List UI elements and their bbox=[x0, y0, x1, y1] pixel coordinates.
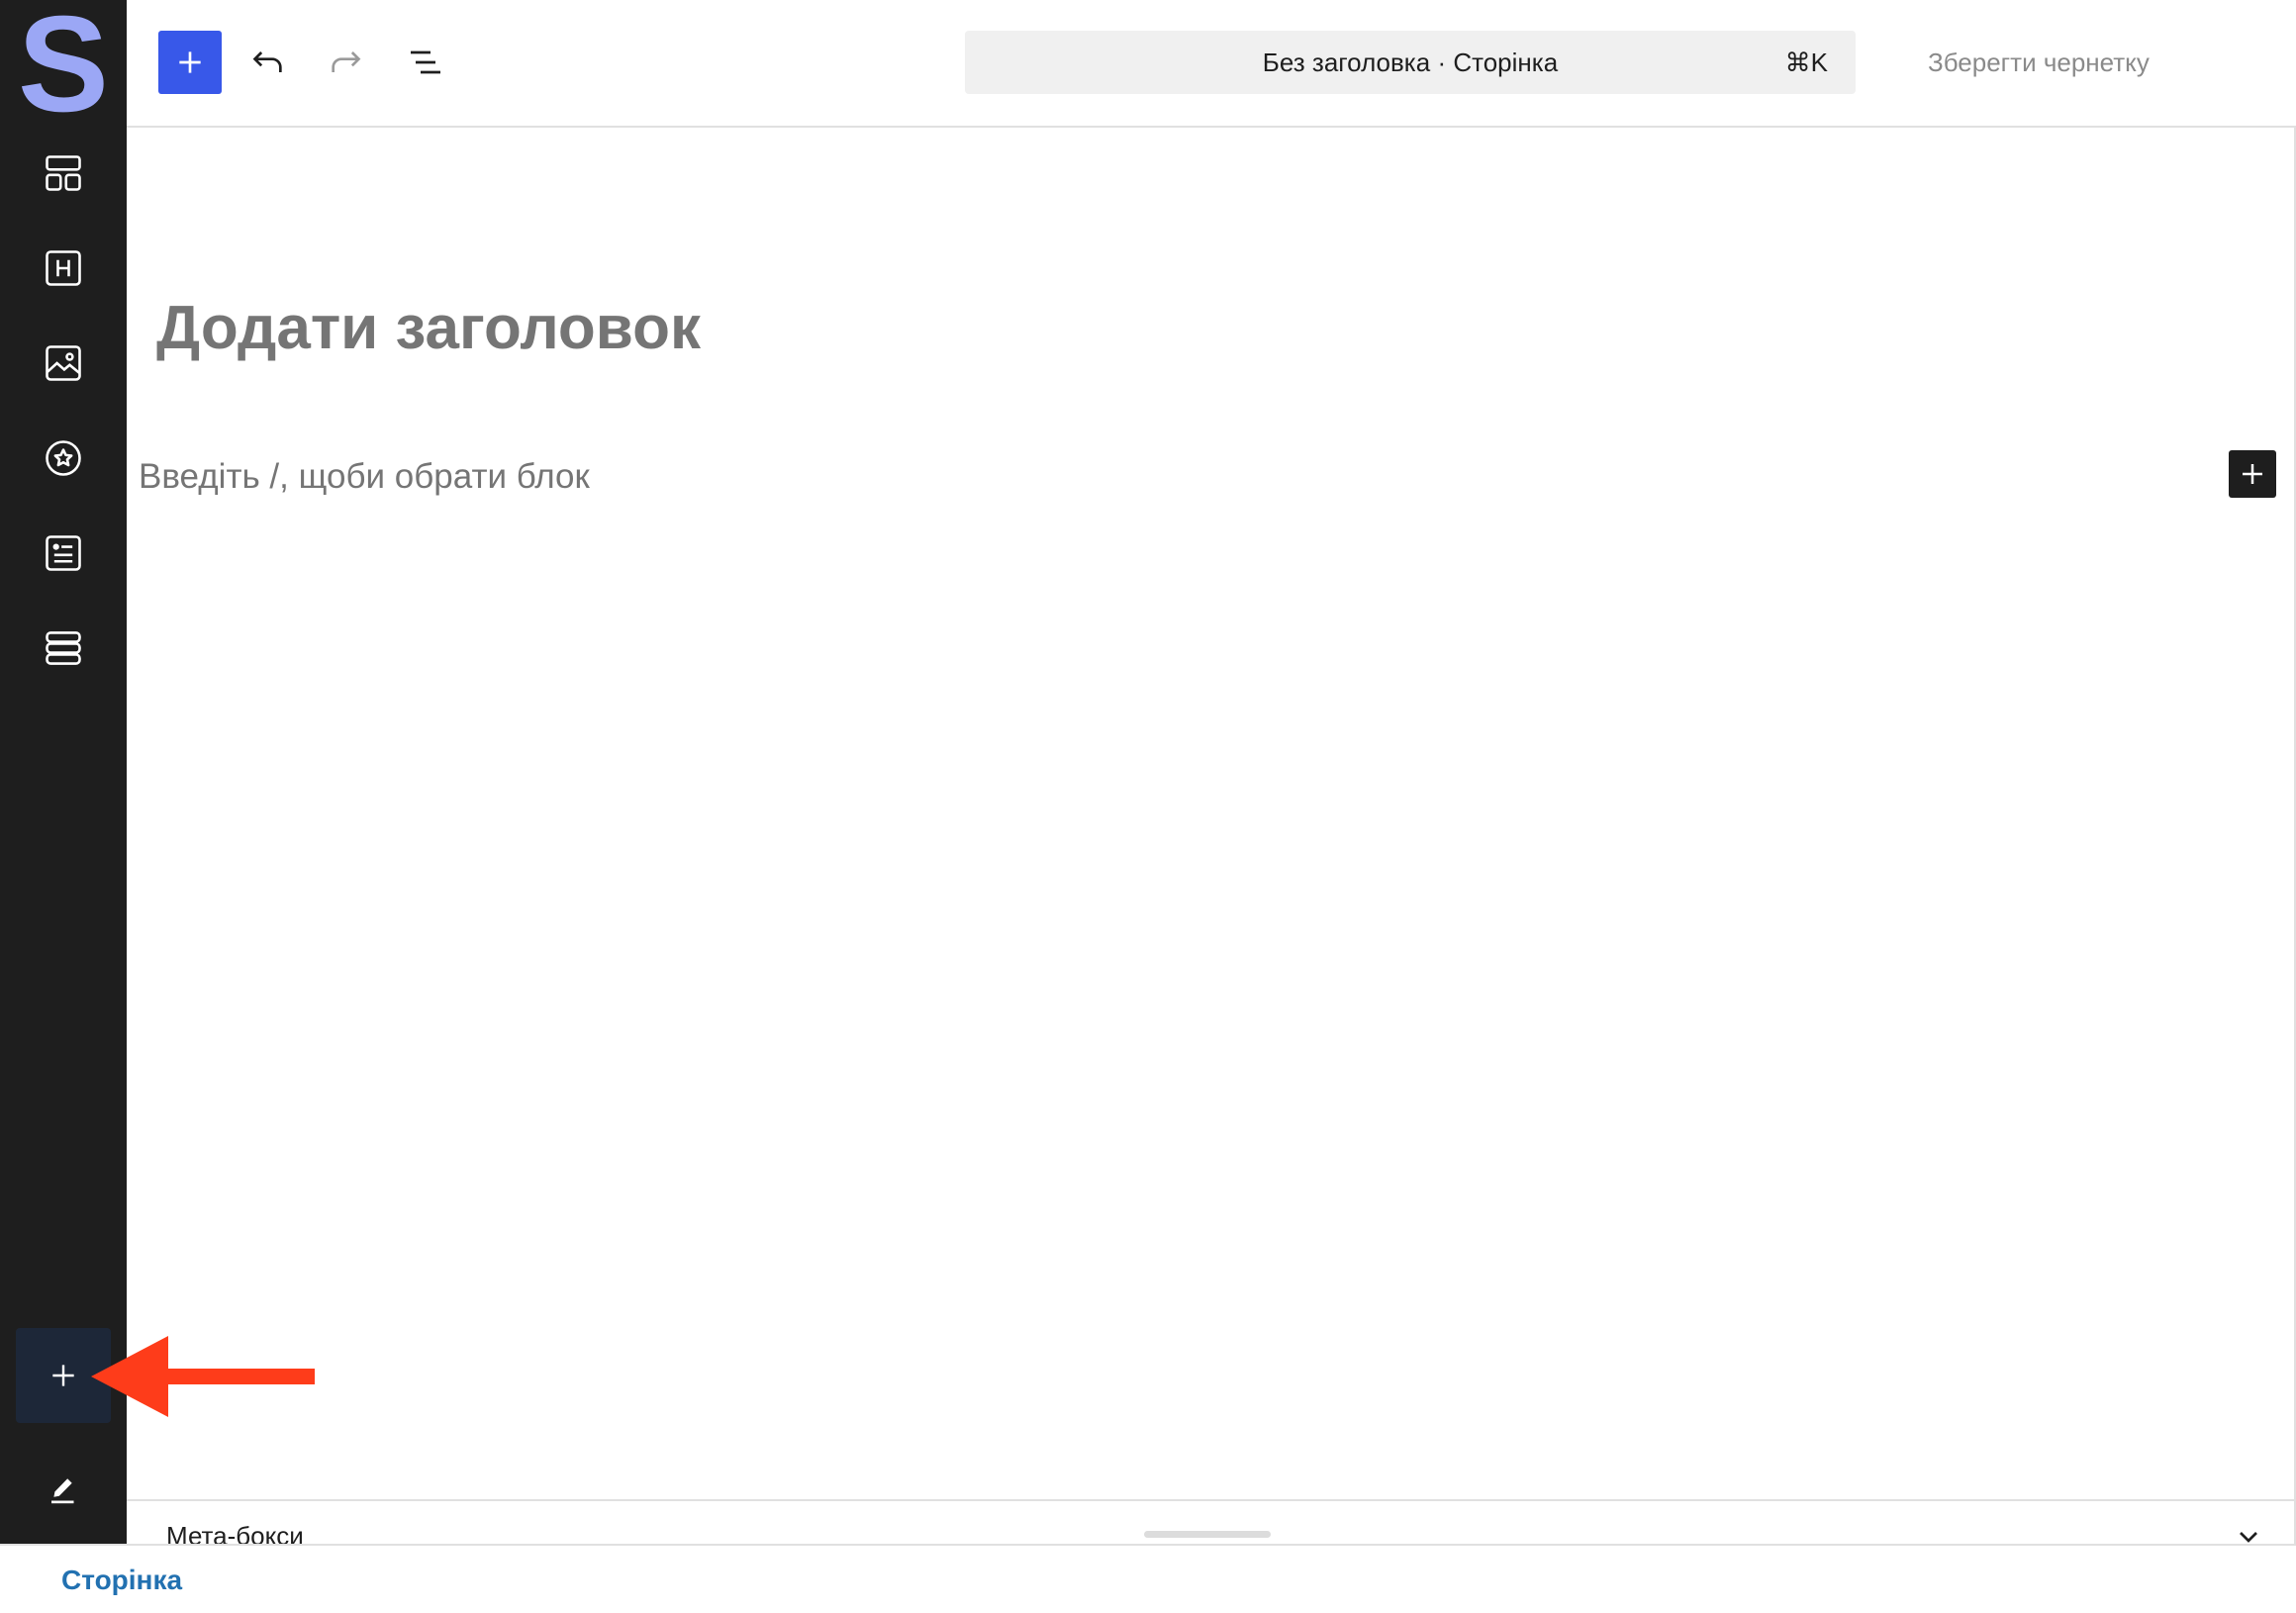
chevron-down-icon[interactable] bbox=[2233, 1521, 2264, 1544]
meta-boxes-resize-handle[interactable] bbox=[1144, 1531, 1271, 1538]
post-title-input[interactable]: Додати заголовок bbox=[156, 293, 701, 363]
meta-boxes-panel: Мета-бокси bbox=[127, 1499, 2294, 1544]
redo-button[interactable] bbox=[315, 31, 378, 94]
sidebar-item-image[interactable] bbox=[24, 324, 103, 403]
left-sidebar: S bbox=[0, 0, 127, 1544]
save-draft-button[interactable]: Зберегти чернетку bbox=[1928, 31, 2150, 94]
sidebar-item-patterns[interactable] bbox=[24, 134, 103, 213]
editor-app: S Без заголовка · Сторінка ⌘K Зберегти ч… bbox=[0, 0, 2296, 1613]
sidebar-item-heading[interactable] bbox=[24, 229, 103, 308]
svg-text:S: S bbox=[18, 8, 109, 119]
top-toolbar: Без заголовка · Сторінка ⌘K Зберегти чер… bbox=[127, 0, 2296, 128]
undo-icon bbox=[252, 51, 282, 72]
undo-button[interactable] bbox=[236, 31, 299, 94]
star-circle-icon bbox=[46, 440, 81, 476]
image-block-icon bbox=[46, 345, 81, 381]
command-palette-bar[interactable]: Без заголовка · Сторінка ⌘K bbox=[965, 31, 1856, 94]
breadcrumb-page[interactable]: Сторінка bbox=[61, 1565, 182, 1596]
sidebar-item-favorites[interactable] bbox=[24, 419, 103, 498]
logo-s-icon: S bbox=[18, 8, 109, 119]
redo-icon bbox=[332, 51, 361, 72]
plus-icon bbox=[179, 51, 201, 73]
document-overview-button[interactable] bbox=[394, 31, 457, 94]
inline-add-block-button[interactable] bbox=[2229, 450, 2276, 498]
heading-block-icon bbox=[46, 250, 81, 286]
document-overview-icon bbox=[411, 50, 440, 74]
sidebar-item-list-card[interactable] bbox=[24, 514, 103, 593]
pencil-icon bbox=[51, 1478, 74, 1504]
annotation-arrow-icon bbox=[91, 1336, 315, 1417]
default-block-appender[interactable]: Введіть /, щоби обрати блок bbox=[139, 457, 590, 497]
meta-boxes-label: Мета-бокси bbox=[166, 1521, 304, 1544]
sidebar-item-stack[interactable] bbox=[24, 609, 103, 688]
add-block-button[interactable] bbox=[158, 31, 222, 94]
plus-icon bbox=[52, 1365, 74, 1386]
patterns-icon bbox=[46, 155, 81, 191]
stack-rows-icon bbox=[46, 631, 81, 665]
command-shortcut-hint: ⌘K bbox=[1784, 47, 1828, 77]
document-title: Без заголовка · Сторінка bbox=[1262, 47, 1559, 77]
plus-icon bbox=[2243, 464, 2262, 484]
list-card-icon bbox=[46, 535, 81, 571]
footer-bar: Сторінка bbox=[0, 1544, 2296, 1613]
sidebar-edit-button[interactable] bbox=[24, 1451, 103, 1530]
site-logo[interactable]: S bbox=[0, 0, 127, 127]
